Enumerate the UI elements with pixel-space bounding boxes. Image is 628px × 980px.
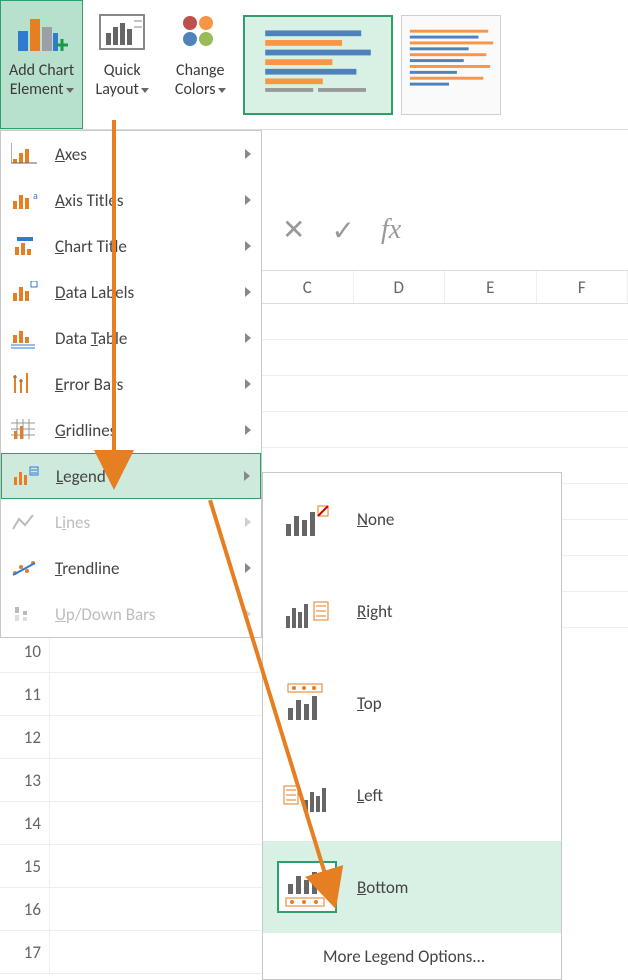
cancel-icon[interactable]: ✕ [282, 213, 305, 247]
menu-item-icon [9, 370, 41, 398]
legend-top-icon [277, 677, 337, 729]
row-header[interactable]: 14 [0, 802, 50, 845]
menu-item-icon [10, 462, 42, 490]
legend-none-icon [277, 493, 337, 545]
menu-item-icon [9, 232, 41, 260]
dropdown-caret-icon [218, 88, 226, 93]
legend-bottom-icon [277, 861, 337, 913]
legend-option-top[interactable]: Top [263, 657, 561, 749]
menu-item-label: Axis Titles [55, 190, 245, 211]
legend-option-none[interactable]: None [263, 473, 561, 565]
legend-option-label: Bottom [357, 877, 408, 898]
menu-item-label: Error Bars [55, 374, 245, 395]
row-headers: 1011121314151617 [0, 630, 50, 974]
submenu-arrow-icon [245, 333, 251, 343]
chart-style-gallery [239, 0, 505, 129]
column-header[interactable]: E [445, 271, 537, 303]
menu-item-icon [9, 324, 41, 352]
legend-right-icon [277, 585, 337, 637]
submenu-arrow-icon [245, 287, 251, 297]
more-legend-options[interactable]: More Legend Options... [263, 933, 561, 979]
menu-item-icon: a [9, 186, 41, 214]
chart-style-item[interactable] [243, 15, 393, 115]
menu-item-icon [9, 278, 41, 306]
menu-item-icon [9, 508, 41, 536]
legend-option-bottom[interactable]: Bottom [263, 841, 561, 933]
menu-item-label: Gridlines [55, 420, 245, 441]
legend-option-left[interactable]: Left [263, 749, 561, 841]
legend-left-icon [277, 769, 337, 821]
row-header[interactable]: 15 [0, 845, 50, 888]
add-chart-element-button[interactable]: Add Chart Element [0, 0, 83, 129]
menu-item-label: Axes [55, 144, 245, 165]
menu-item-label: Legend [56, 466, 244, 487]
menu-item-label: Lines [55, 512, 245, 533]
svg-text:a: a [33, 189, 38, 202]
menu-item-axis-titles[interactable]: a Axis Titles [1, 177, 261, 223]
add-chart-element-icon [12, 7, 72, 57]
row-header[interactable]: 11 [0, 673, 50, 716]
menu-item-data-labels[interactable]: Data Labels [1, 269, 261, 315]
dropdown-caret-icon [141, 88, 149, 93]
menu-item-label: Data Labels [55, 282, 245, 303]
column-headers: C D E F [262, 270, 628, 304]
menu-item-icon [9, 140, 41, 168]
menu-item-icon [9, 600, 41, 628]
menu-item-label: Up/Down Bars [55, 604, 245, 625]
row-header[interactable]: 17 [0, 931, 50, 974]
submenu-arrow-icon [244, 471, 250, 481]
menu-item-label: Chart Title [55, 236, 245, 257]
menu-item-legend[interactable]: Legend [1, 453, 261, 499]
add-chart-element-label: Add Chart Element [9, 61, 74, 99]
submenu-arrow-icon [245, 379, 251, 389]
menu-item-icon [9, 554, 41, 582]
quick-layout-label: Quick Layout [96, 61, 149, 99]
legend-option-label: Right [357, 601, 393, 622]
row-header[interactable]: 13 [0, 759, 50, 802]
submenu-arrow-icon [245, 425, 251, 435]
legend-option-label: Top [357, 693, 382, 714]
fx-icon[interactable]: fx [381, 214, 401, 246]
menu-item-label: Data Table [55, 328, 245, 349]
menu-item-icon [9, 416, 41, 444]
submenu-arrow-icon [245, 563, 251, 573]
menu-item-data-table[interactable]: Data Table [1, 315, 261, 361]
menu-item-axes[interactable]: Axes [1, 131, 261, 177]
menu-item-error-bars[interactable]: Error Bars [1, 361, 261, 407]
row-header[interactable]: 12 [0, 716, 50, 759]
submenu-arrow-icon [245, 241, 251, 251]
formula-bar: ✕ ✓ fx [262, 200, 628, 260]
chart-style-item[interactable] [401, 15, 501, 115]
submenu-arrow-icon [245, 195, 251, 205]
spreadsheet-grid-left[interactable] [50, 630, 262, 974]
quick-layout-icon [92, 7, 152, 57]
menu-item-chart-title[interactable]: Chart Title [1, 223, 261, 269]
menu-item-label: Trendline [55, 558, 245, 579]
column-header[interactable]: F [537, 271, 628, 303]
menu-item-trendline[interactable]: Trendline [1, 545, 261, 591]
column-header[interactable]: D [354, 271, 446, 303]
legend-option-right[interactable]: Right [263, 565, 561, 657]
legend-submenu: None Right Top Left Bottom More Legend Option… [262, 472, 562, 980]
change-colors-label: Change Colors [175, 61, 226, 99]
column-header[interactable]: C [262, 271, 354, 303]
add-chart-element-menu: Axes a Axis Titles Chart Title Data Labels Da… [0, 130, 262, 638]
menu-item-gridlines[interactable]: Gridlines [1, 407, 261, 453]
legend-option-label: None [357, 509, 394, 530]
change-colors-button[interactable]: Change Colors [161, 0, 239, 129]
legend-option-label: Left [357, 785, 383, 806]
menu-item-lines: Lines [1, 499, 261, 545]
menu-item-up-down-bars: Up/Down Bars [1, 591, 261, 637]
quick-layout-button[interactable]: Quick Layout [83, 0, 161, 129]
enter-icon[interactable]: ✓ [331, 213, 354, 248]
submenu-arrow-icon [245, 609, 251, 619]
submenu-arrow-icon [245, 149, 251, 159]
ribbon: Add Chart Element Quick Layout Ch [0, 0, 628, 130]
change-colors-icon [170, 7, 230, 57]
submenu-arrow-icon [245, 517, 251, 527]
row-header[interactable]: 16 [0, 888, 50, 931]
dropdown-caret-icon [66, 88, 74, 93]
